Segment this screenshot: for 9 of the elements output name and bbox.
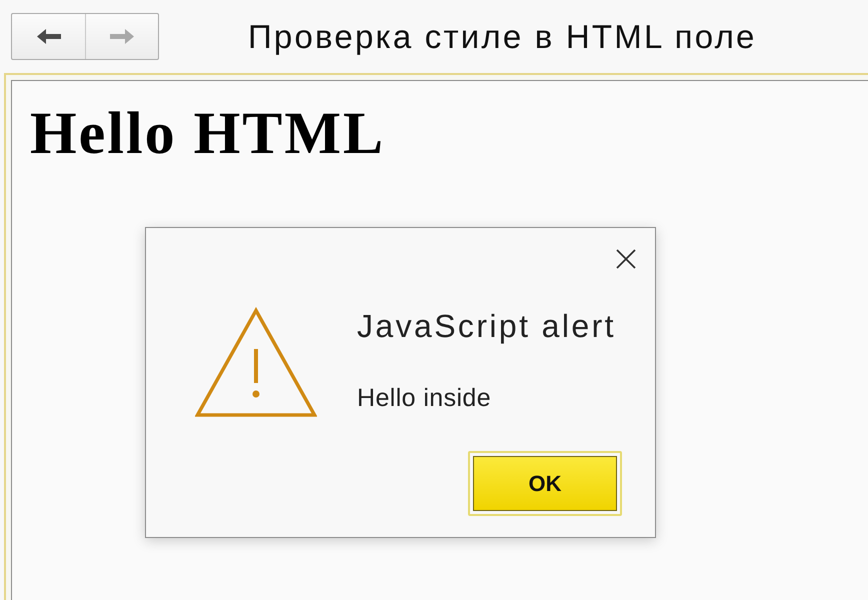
right-arrow-icon [110, 29, 134, 44]
alert-title: JavaScript alert [357, 308, 616, 344]
close-icon [616, 249, 636, 269]
alert-message: Hello inside [357, 384, 492, 412]
document-heading: Hello HTML [30, 100, 385, 166]
ok-button[interactable]: OK [468, 451, 622, 516]
window-title: Проверка стиле в HTML поле [248, 16, 757, 56]
warning-icon [195, 307, 317, 417]
left-arrow-icon [36, 29, 60, 44]
